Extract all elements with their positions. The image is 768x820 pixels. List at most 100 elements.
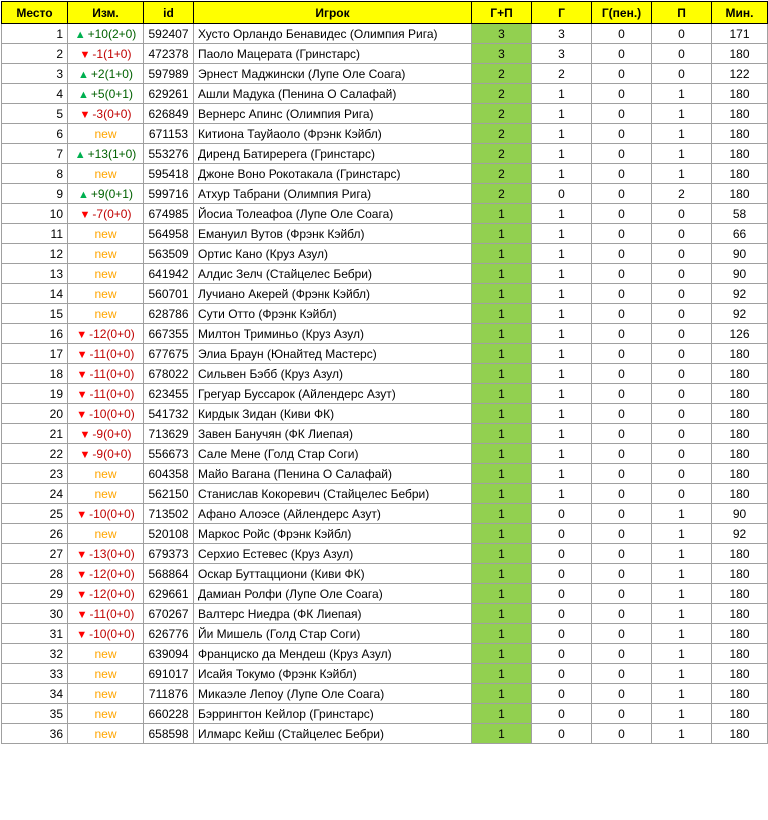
penalty-goals-cell: 0 — [591, 163, 652, 184]
rank-change-text: new — [94, 246, 117, 261]
assists-cell: 0 — [651, 483, 712, 504]
place-cell: 34 — [1, 683, 68, 704]
rank-change-cell: new — [67, 663, 144, 684]
minutes-cell: 180 — [711, 123, 768, 144]
assists-cell: 1 — [651, 663, 712, 684]
penalty-goals-cell: 0 — [591, 23, 652, 44]
goals-cell: 2 — [531, 63, 592, 84]
player-id-cell: 674985 — [143, 203, 194, 224]
player-id-cell: 604358 — [143, 463, 194, 484]
player-name-cell: Илмарс Кейш (Стайцелес Бебри) — [193, 723, 472, 744]
place-cell: 28 — [1, 563, 68, 584]
rank-change-cell: new — [67, 523, 144, 544]
penalty-goals-cell: 0 — [591, 403, 652, 424]
table-row: 23 new 604358 Майо Вагана (Пенина О Салафай… — [1, 463, 768, 484]
player-name-cell: Станислав Кокоревич (Стайцелес Бебри) — [193, 483, 472, 504]
table-row: 9 ▲ +9(0+1) 599716 Атхур Табрани (Олимпия Ри… — [1, 183, 768, 204]
player-id-cell: 641942 — [143, 263, 194, 284]
goals-cell: 3 — [531, 23, 592, 44]
penalty-goals-cell: 0 — [591, 123, 652, 144]
rank-change-cell: ▲ +5(0+1) — [67, 83, 144, 104]
goals-cell: 1 — [531, 143, 592, 164]
place-cell: 35 — [1, 703, 68, 724]
rank-change-text: +2(1+0) — [90, 66, 133, 81]
player-id-cell: 562150 — [143, 483, 194, 504]
goals-cell: 0 — [531, 523, 592, 544]
assists-cell: 2 — [651, 183, 712, 204]
table-row: 22 ▼ -9(0+0) 556673 Сале Мене (Голд Стар Сог… — [1, 443, 768, 464]
place-cell: 25 — [1, 503, 68, 524]
goals-plus-assists-cell: 1 — [471, 723, 532, 744]
rank-change-text: -10(0+0) — [89, 506, 135, 521]
penalty-goals-cell: 0 — [591, 383, 652, 404]
table-row: 19 ▼ -11(0+0) 623455 Грегуар Буссарок (Айлен… — [1, 383, 768, 404]
rank-change-text: -7(0+0) — [92, 206, 132, 221]
table-row: 6 new 671153 Китиона Тауйаоло (Фрэнк Кэйбл)… — [1, 123, 768, 144]
player-id-cell: 713502 — [143, 503, 194, 524]
rank-change-text: -11(0+0) — [89, 366, 135, 381]
penalty-goals-cell: 0 — [591, 103, 652, 124]
player-id-cell: 711876 — [143, 683, 194, 704]
minutes-cell: 180 — [711, 163, 768, 184]
col-header-place: Место — [1, 1, 68, 24]
table-row: 1 ▲ +10(2+0) 592407 Хусто Орландо Бенавидес … — [1, 23, 768, 44]
rank-change-cell: new — [67, 123, 144, 144]
goals-plus-assists-cell: 2 — [471, 103, 532, 124]
minutes-cell: 180 — [711, 43, 768, 64]
player-name-cell: Эрнест Маджински (Лупе Оле Соага) — [193, 63, 472, 84]
player-id-cell: 472378 — [143, 43, 194, 64]
assists-cell: 1 — [651, 543, 712, 564]
penalty-goals-cell: 0 — [591, 443, 652, 464]
table-row: 25 ▼ -10(0+0) 713502 Афано Алоэсе (Айлендерс… — [1, 503, 768, 524]
col-header-change: Изм. — [67, 1, 144, 24]
rank-change-cell: ▲ +13(1+0) — [67, 143, 144, 164]
goals-cell: 1 — [531, 323, 592, 344]
rank-change-cell: new — [67, 243, 144, 264]
table-row: 13 new 641942 Алдис Зелч (Стайцелес Бебри) 1… — [1, 263, 768, 284]
minutes-cell: 126 — [711, 323, 768, 344]
table-row: 32 new 639094 Франциско да Мендеш (Круз Азу… — [1, 643, 768, 664]
player-id-cell: 629661 — [143, 583, 194, 604]
triangle-down-icon: ▼ — [76, 388, 88, 401]
penalty-goals-cell: 0 — [591, 543, 652, 564]
rank-change-text: new — [94, 226, 117, 241]
col-header-player: Игрок — [193, 1, 472, 24]
goals-cell: 1 — [531, 343, 592, 364]
rank-change-cell: new — [67, 683, 144, 704]
minutes-cell: 92 — [711, 303, 768, 324]
rank-change-cell: new — [67, 223, 144, 244]
minutes-cell: 180 — [711, 583, 768, 604]
penalty-goals-cell: 0 — [591, 643, 652, 664]
goals-cell: 0 — [531, 663, 592, 684]
triangle-up-icon: ▲ — [74, 148, 86, 161]
goals-plus-assists-cell: 1 — [471, 663, 532, 684]
place-cell: 1 — [1, 23, 68, 44]
rank-change-cell: ▲ +10(2+0) — [67, 23, 144, 44]
goals-plus-assists-cell: 1 — [471, 303, 532, 324]
triangle-down-icon: ▼ — [76, 588, 88, 601]
goals-plus-assists-cell: 1 — [471, 463, 532, 484]
player-id-cell: 678022 — [143, 363, 194, 384]
penalty-goals-cell: 0 — [591, 363, 652, 384]
table-row: 5 ▼ -3(0+0) 626849 Вернерс Апинс (Олимпия Ри… — [1, 103, 768, 124]
rank-change-cell: ▼ -11(0+0) — [67, 343, 144, 364]
minutes-cell: 90 — [711, 263, 768, 284]
place-cell: 5 — [1, 103, 68, 124]
player-name-cell: Завен Банучян (ФК Лиепая) — [193, 423, 472, 444]
rank-change-text: new — [94, 646, 117, 661]
table-row: 8 new 595418 Джоне Воно Рокотакала (Гринста… — [1, 163, 768, 184]
rank-change-cell: ▼ -13(0+0) — [67, 543, 144, 564]
penalty-goals-cell: 0 — [591, 263, 652, 284]
table-row: 17 ▼ -11(0+0) 677675 Элиа Браун (Юнайтед Мас… — [1, 343, 768, 364]
rank-change-text: +13(1+0) — [87, 146, 137, 161]
rank-change-text: +10(2+0) — [87, 26, 137, 41]
rank-change-cell: new — [67, 263, 144, 284]
player-id-cell: 691017 — [143, 663, 194, 684]
player-id-cell: 626849 — [143, 103, 194, 124]
place-cell: 14 — [1, 283, 68, 304]
minutes-cell: 180 — [711, 363, 768, 384]
goals-plus-assists-cell: 1 — [471, 263, 532, 284]
triangle-down-icon: ▼ — [76, 328, 88, 341]
rank-change-text: new — [94, 666, 117, 681]
penalty-goals-cell: 0 — [591, 63, 652, 84]
